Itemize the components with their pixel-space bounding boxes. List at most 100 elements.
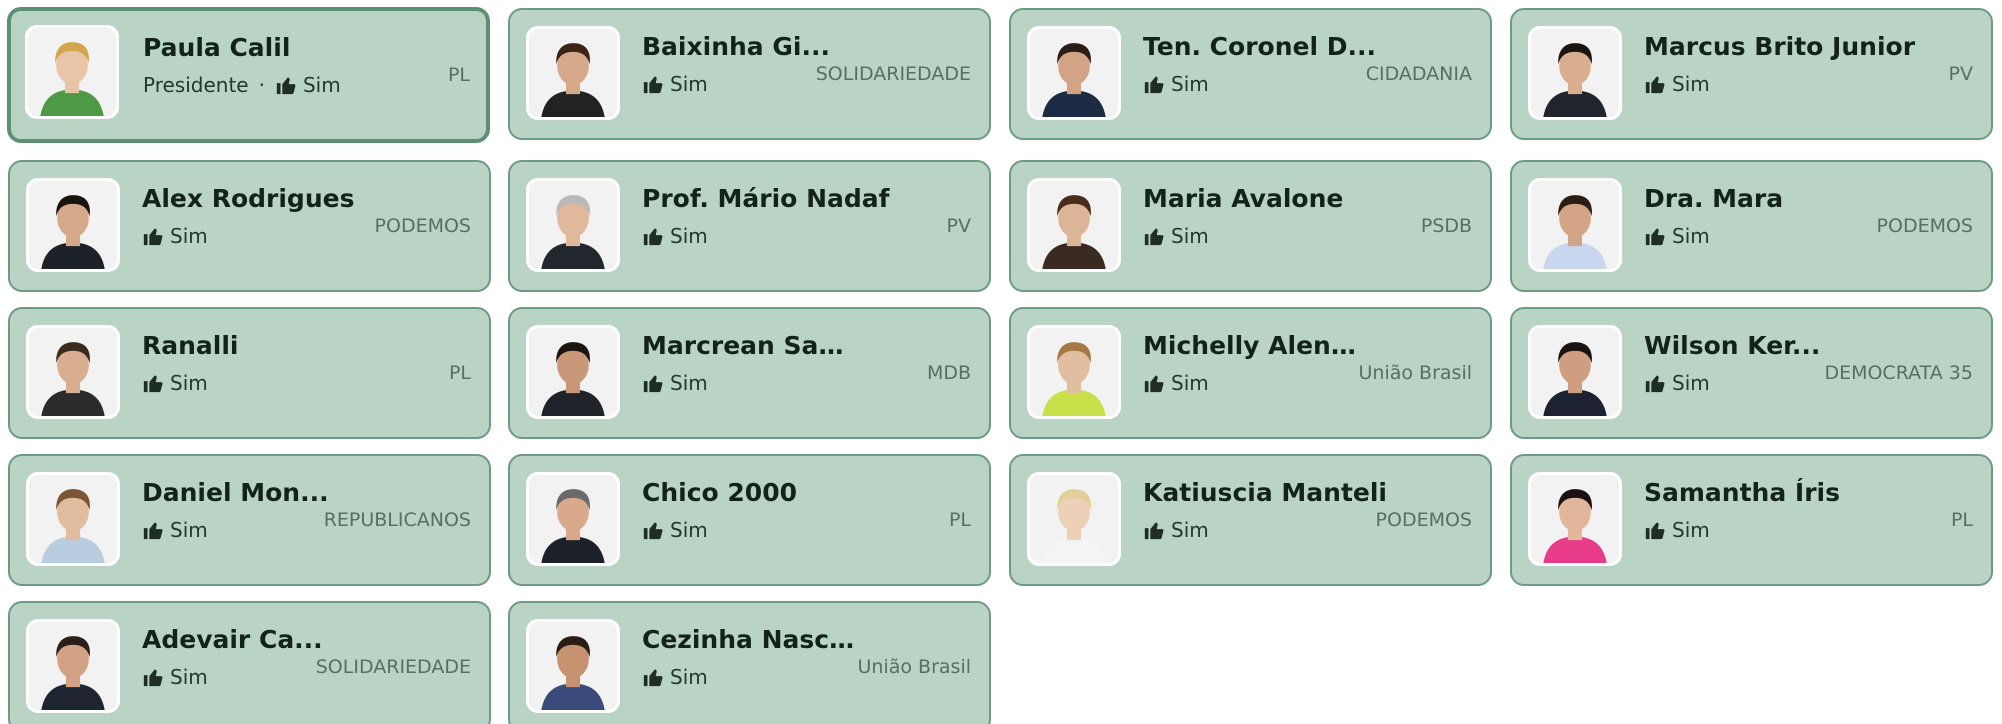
vote-label: Sim [1672,224,1710,248]
member-party: PL [448,362,471,384]
thumbs-up-icon [642,225,664,247]
thumbs-up-icon [642,666,664,688]
member-vote: Sim [642,371,708,395]
member-party: PV [946,215,971,237]
member-card[interactable]: Wilson Ker... Sim DEMOCRATA 35 [1510,307,1993,439]
thumbs-up-icon [1143,519,1165,541]
member-card[interactable]: Chico 2000 Sim PL [508,454,991,586]
member-party: União Brasil [1358,362,1472,384]
member-photo [526,325,620,419]
thumbs-up-icon [142,372,164,394]
member-party: PODEMOS [1876,215,1973,237]
vote-label: Sim [1171,224,1209,248]
thumbs-up-icon [1644,225,1666,247]
thumbs-up-icon [275,74,297,96]
member-card[interactable]: Marcrean Santos Sim MDB [508,307,991,439]
member-card[interactable]: Michelly Alencar Sim União Brasil [1009,307,1492,439]
member-card[interactable]: Samantha Íris Sim PL [1510,454,1993,586]
member-name: Maria Avalone [1143,184,1344,213]
member-role: Presidente [143,73,249,97]
member-photo [1027,325,1121,419]
member-name: Chico 2000 [642,478,797,507]
member-card[interactable]: Dra. Mara Sim PODEMOS [1510,160,1993,292]
vote-label: Sim [1171,518,1209,542]
member-party: PODEMOS [374,215,471,237]
member-card[interactable]: Prof. Mário Nadaf Sim PV [508,160,991,292]
member-photo [26,178,120,272]
vote-label: Sim [670,665,708,689]
member-vote: Sim [642,224,708,248]
member-party: CIDADANIA [1365,63,1472,85]
member-card[interactable]: Alex Rodrigues Sim PODEMOS [8,160,491,292]
member-photo [1027,472,1121,566]
thumbs-up-icon [1644,372,1666,394]
member-photo [1027,26,1121,120]
vote-label: Sim [670,72,708,96]
member-name: Wilson Ker... [1644,331,1821,360]
member-card[interactable]: Cezinha Nasci... Sim União Brasil [508,601,991,724]
member-name: Ranalli [142,331,239,360]
member-card[interactable]: Ranalli Sim PL [8,307,491,439]
thumbs-up-icon [142,519,164,541]
member-vote: Sim [1644,371,1710,395]
member-vote: Sim [1143,371,1209,395]
member-card[interactable]: Katiuscia Manteli Sim PODEMOS [1009,454,1492,586]
member-party: PL [447,64,470,86]
member-name: Prof. Mário Nadaf [642,184,890,213]
member-photo [25,25,119,119]
thumbs-up-icon [642,519,664,541]
member-name: Paula Calil [143,33,291,62]
vote-label: Sim [1171,72,1209,96]
member-card[interactable]: Baixinha Gi... Sim SOLIDARIEDADE [508,8,991,140]
member-card[interactable]: Adevair Ca... Sim SOLIDARIEDADE [8,601,491,724]
member-vote: Sim [142,224,208,248]
member-party: PL [948,509,971,531]
member-photo [526,178,620,272]
thumbs-up-icon [1143,73,1165,95]
member-party: União Brasil [857,656,971,678]
vote-label: Sim [170,518,208,542]
member-vote: Sim [1644,518,1710,542]
member-card[interactable]: Paula Calil Presidente · Sim PL [7,7,490,143]
member-card[interactable]: Ten. Coronel D... Sim CIDADANIA [1009,8,1492,140]
vote-label: Sim [1672,518,1710,542]
member-vote: Sim [642,665,708,689]
thumbs-up-icon [642,73,664,95]
member-name: Marcrean Santos [642,331,857,360]
member-card[interactable]: Daniel Mon... Sim REPUBLICANOS [8,454,491,586]
member-party: PV [1948,63,1973,85]
thumbs-up-icon [642,372,664,394]
member-name: Alex Rodrigues [142,184,355,213]
member-card[interactable]: Maria Avalone Sim PSDB [1009,160,1492,292]
member-vote: Sim [1143,518,1209,542]
member-party: PL [1950,509,1973,531]
member-name: Adevair Ca... [142,625,323,654]
vote-label: Sim [1171,371,1209,395]
member-photo [1528,26,1622,120]
member-vote: Sim [642,518,708,542]
vote-label: Sim [170,371,208,395]
member-card[interactable]: Marcus Brito Junior Sim PV [1510,8,1993,140]
member-vote: Sim [1644,224,1710,248]
member-vote: Sim [1644,72,1710,96]
member-vote: Sim [142,371,208,395]
member-photo [526,619,620,713]
member-party: SOLIDARIEDADE [315,656,471,678]
thumbs-up-icon [142,666,164,688]
member-party: PSDB [1420,215,1472,237]
member-vote: Sim [1143,224,1209,248]
member-party: PODEMOS [1375,509,1472,531]
member-name: Michelly Alencar [1143,331,1358,360]
member-name: Samantha Íris [1644,478,1840,507]
member-photo [526,472,620,566]
member-photo [26,619,120,713]
vote-label: Sim [170,665,208,689]
vote-label: Sim [170,224,208,248]
member-photo [1027,178,1121,272]
member-vote: Sim [1143,72,1209,96]
thumbs-up-icon [1143,225,1165,247]
member-name: Marcus Brito Junior [1644,32,1916,61]
member-party: MDB [926,362,971,384]
member-party: DEMOCRATA 35 [1824,362,1973,384]
member-party: SOLIDARIEDADE [815,63,971,85]
